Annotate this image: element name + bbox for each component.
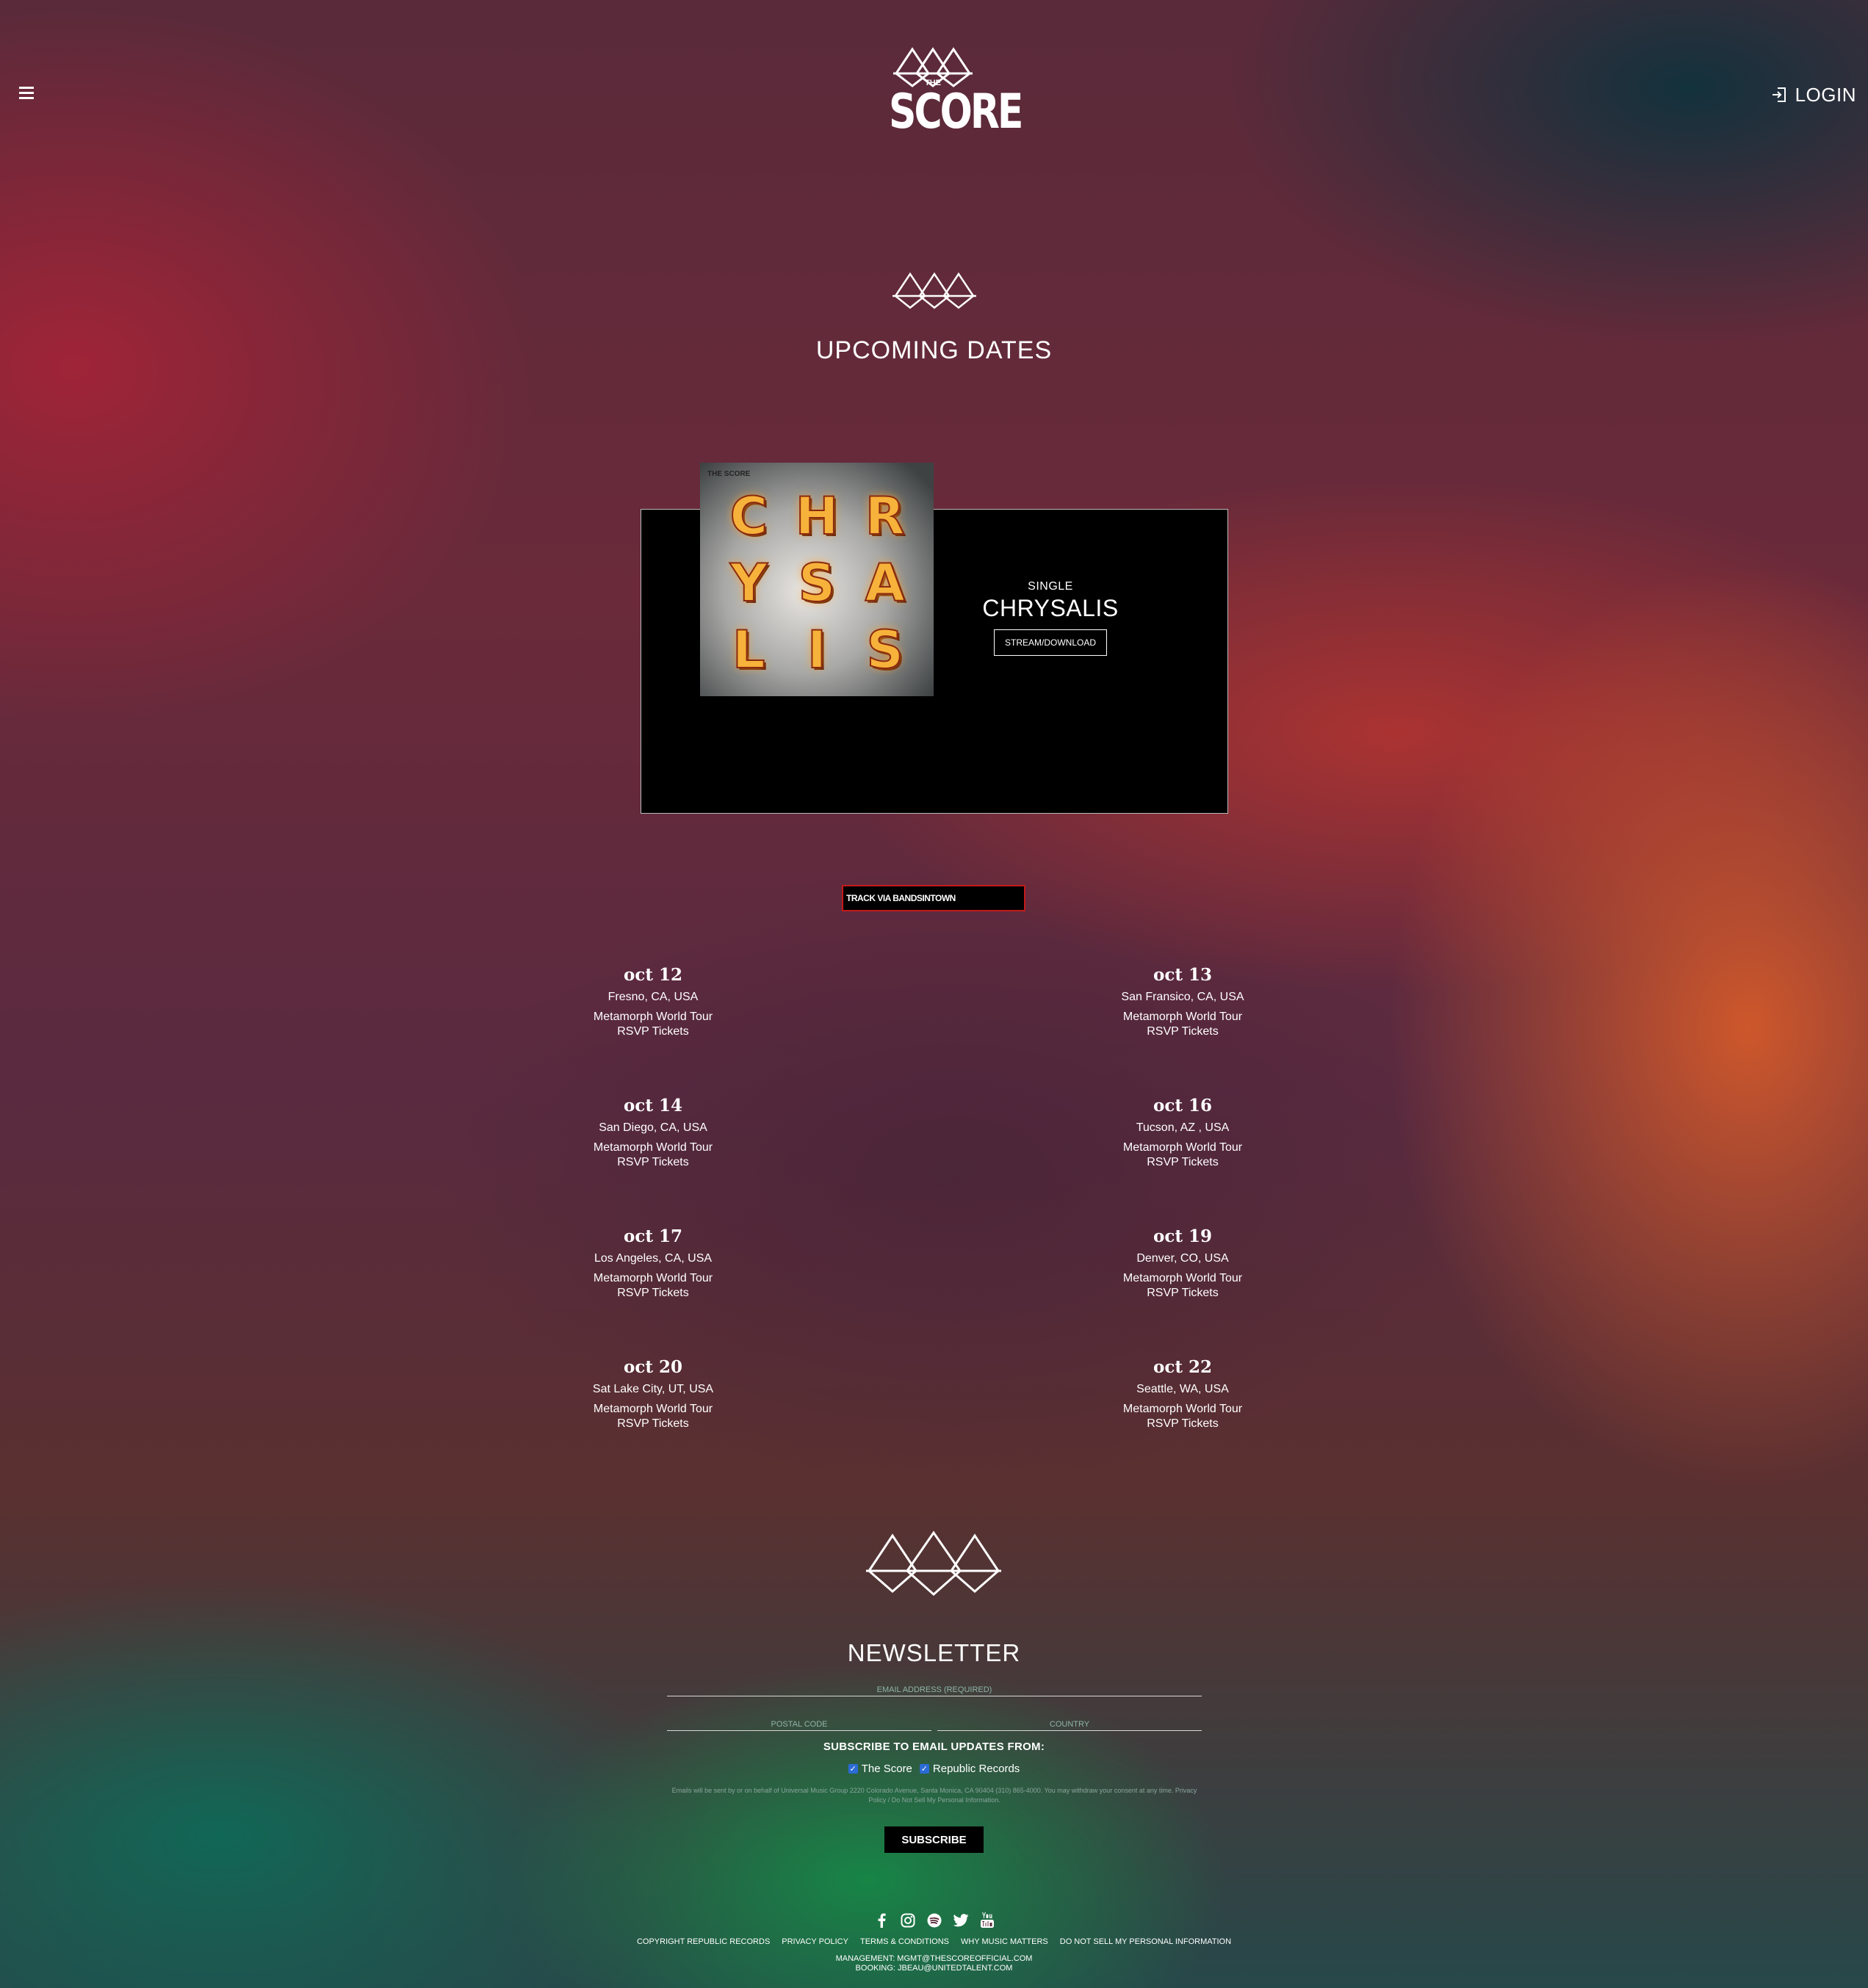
logo-text: SCORE (889, 84, 1023, 140)
crown-divider-icon (866, 1530, 1001, 1597)
event-location: Fresno, CA, USA (607, 991, 699, 1003)
event-item: oct 20 Sat Lake City, UT, USA Metamorph … (558, 1356, 749, 1431)
section-title: UPCOMING DATES (815, 336, 1053, 364)
footer-link-terms[interactable]: TERMS & CONDITIONS (860, 1937, 949, 1946)
email-field[interactable]: EMAIL ADDRESS (REQUIRED) (667, 1680, 1202, 1696)
event-location: San Diego, CA, USA (599, 1121, 707, 1134)
checkbox-label: Republic Records (932, 1763, 1020, 1775)
event-tour: Metamorph World Tour (1122, 1403, 1243, 1415)
cover-letter: H (795, 485, 840, 547)
event-date: oct 19 (1153, 1226, 1212, 1246)
crown-divider-icon (892, 272, 976, 309)
footer-links: COPYRIGHT REPUBLIC RECORDS PRIVACY POLIC… (0, 1937, 1868, 1946)
subscribe-heading: SUBSCRIBE TO EMAIL UPDATES FROM: (823, 1741, 1045, 1753)
footer-link-why-music-matters[interactable]: WHY MUSIC MATTERS (961, 1937, 1048, 1946)
event-location: Tucson, AZ , USA (1136, 1121, 1230, 1134)
event-date: oct 17 (624, 1226, 682, 1246)
cover-letter: A (865, 552, 906, 614)
event-item: oct 22 Seattle, WA, USA Metamorph World … (1087, 1356, 1278, 1431)
release-kind: SINGLE (1028, 580, 1073, 593)
subscribe-options: ✓ The Score ✓ Republic Records (0, 1763, 1868, 1775)
cover-letter: Y (729, 552, 768, 614)
spotify-icon[interactable] (926, 1912, 942, 1929)
subscribe-button[interactable]: SUBSCRIBE (884, 1826, 984, 1853)
social-links (0, 1912, 1868, 1929)
event-item: oct 14 San Diego, CA, USA Metamorph Worl… (558, 1095, 749, 1170)
contact-info: MANAGEMENT: MGMT@THESCOREOFFICIAL.COM BO… (0, 1954, 1868, 1973)
track-bandsintown-button[interactable]: TRACK VIA BANDSINTOWN (842, 885, 1025, 911)
event-rsvp-link[interactable]: RSVP Tickets (558, 1155, 749, 1170)
youtube-icon[interactable] (979, 1912, 995, 1929)
sign-in-icon (1772, 87, 1786, 102)
event-tour: Metamorph World Tour (593, 1403, 713, 1415)
cover-letter: S (865, 619, 904, 681)
event-tour: Metamorph World Tour (1122, 1272, 1243, 1284)
event-rsvp-link[interactable]: RSVP Tickets (1087, 1024, 1278, 1039)
event-rsvp-link[interactable]: RSVP Tickets (558, 1024, 749, 1039)
newsletter-title: NEWSLETTER (847, 1639, 1021, 1666)
event-rsvp-link[interactable]: RSVP Tickets (1087, 1155, 1278, 1170)
checkbox-the-score[interactable]: ✓ The Score (848, 1763, 912, 1775)
management-contact[interactable]: MANAGEMENT: MGMT@THESCOREOFFICIAL.COM (0, 1954, 1868, 1964)
checkbox-checked-icon[interactable]: ✓ (919, 1764, 929, 1774)
event-location: Denver, CO, USA (1136, 1252, 1229, 1265)
event-date: oct 16 (1153, 1096, 1212, 1116)
event-rsvp-link[interactable]: RSVP Tickets (1087, 1417, 1278, 1431)
event-date: oct 14 (624, 1096, 682, 1116)
brand-logo[interactable]: THE SCORE (889, 40, 1023, 140)
checkbox-checked-icon[interactable]: ✓ (848, 1764, 858, 1774)
event-rsvp-link[interactable]: RSVP Tickets (558, 1417, 749, 1431)
event-date: oct 22 (1153, 1357, 1212, 1377)
event-tour: Metamorph World Tour (593, 1272, 713, 1284)
event-tour: Metamorph World Tour (1122, 1141, 1243, 1154)
cover-letters: C H R Y S A L I S (700, 463, 934, 696)
legal-text: Emails will be sent by or on behalf of U… (671, 1787, 1197, 1804)
booking-contact[interactable]: BOOKING: JBEAU@UNITEDTALENT.COM (0, 1964, 1868, 1973)
postal-code-field[interactable]: POSTAL CODE (667, 1715, 931, 1731)
event-item: oct 17 Los Angeles, CA, USA Metamorph Wo… (558, 1226, 749, 1301)
footer-link-do-not-sell[interactable]: DO NOT SELL MY PERSONAL INFORMATION (1060, 1937, 1231, 1946)
stream-download-button[interactable]: STREAM/DOWNLOAD (994, 629, 1107, 656)
footer-link-copyright[interactable]: COPYRIGHT REPUBLIC RECORDS (637, 1937, 770, 1946)
checkbox-label: The Score (861, 1763, 912, 1775)
cover-letter: S (798, 552, 836, 614)
email-placeholder: EMAIL ADDRESS (REQUIRED) (876, 1685, 992, 1694)
instagram-icon[interactable] (900, 1912, 916, 1929)
country-placeholder: COUNTRY (1049, 1720, 1090, 1729)
event-item: oct 19 Denver, CO, USA Metamorph World T… (1087, 1226, 1278, 1301)
cover-letter: C (729, 485, 768, 547)
event-item: oct 13 San Fransico, CA, USA Metamorph W… (1087, 964, 1278, 1039)
hamburger-menu-icon[interactable] (19, 87, 35, 101)
release-title: CHRYSALIS (982, 595, 1119, 621)
event-location: Seattle, WA, USA (1136, 1383, 1229, 1395)
event-rsvp-link[interactable]: RSVP Tickets (1087, 1286, 1278, 1301)
country-field[interactable]: COUNTRY (937, 1715, 1202, 1731)
checkbox-republic-records[interactable]: ✓ Republic Records (919, 1763, 1020, 1775)
cover-letter: R (865, 485, 906, 547)
event-rsvp-link[interactable]: RSVP Tickets (558, 1286, 749, 1301)
event-tour: Metamorph World Tour (1122, 1011, 1243, 1023)
login-button[interactable]: LOGIN (1772, 82, 1856, 107)
login-label: LOGIN (1795, 83, 1856, 106)
event-item: oct 16 Tucson, AZ , USA Metamorph World … (1087, 1095, 1278, 1170)
event-tour: Metamorph World Tour (593, 1141, 713, 1154)
event-location: Los Angeles, CA, USA (594, 1252, 713, 1265)
twitter-icon[interactable] (953, 1912, 969, 1929)
postal-placeholder: POSTAL CODE (771, 1720, 828, 1729)
event-item: oct 12 Fresno, CA, USA Metamorph World T… (558, 964, 749, 1039)
footer-link-privacy[interactable]: PRIVACY POLICY (782, 1937, 848, 1946)
event-date: oct 20 (624, 1357, 682, 1377)
event-date: oct 12 (624, 965, 682, 985)
facebook-icon[interactable] (873, 1912, 890, 1929)
event-location: San Fransico, CA, USA (1121, 991, 1244, 1003)
cover-letter: L (732, 619, 766, 681)
event-location: Sat Lake City, UT, USA (592, 1383, 714, 1395)
event-tour: Metamorph World Tour (593, 1011, 713, 1023)
cover-letter: I (807, 619, 827, 681)
event-date: oct 13 (1153, 965, 1212, 985)
album-cover[interactable]: THE SCORE C H R Y S A L I S (700, 463, 934, 696)
